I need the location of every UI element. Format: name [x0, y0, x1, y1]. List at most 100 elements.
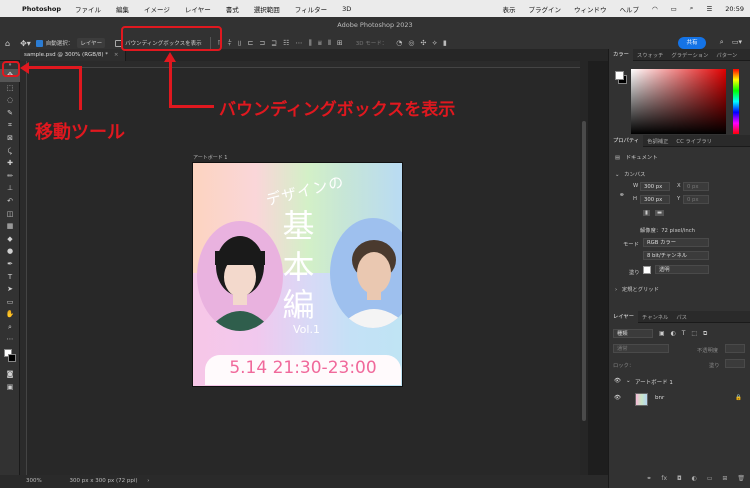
canvas-section-heading[interactable]: ⌄ カンバス [615, 170, 645, 178]
layer-kind-filter[interactable]: 種類 [613, 329, 653, 338]
filter-type-icon[interactable]: T [682, 330, 686, 337]
menu-select[interactable]: 選択範囲 [254, 4, 280, 14]
roll-3d-icon[interactable]: ◎ [408, 39, 414, 47]
pan-3d-icon[interactable]: ✣ [420, 39, 426, 47]
artboard[interactable]: デザインの 基 本 編 Vol.1 5.14 21:30-23:00 [192, 162, 403, 387]
align-bottom-icon[interactable]: ⫫ [238, 39, 242, 48]
link-dimensions-icon[interactable]: ⚭ [619, 191, 625, 199]
fill-color-swatch[interactable] [643, 266, 651, 274]
crop-tool-icon[interactable]: ⌗ [0, 119, 20, 132]
layer-row-bnr[interactable]: 👁 bnr 🔒 [609, 389, 750, 411]
tab-paths[interactable]: パス [672, 313, 691, 321]
hand-tool-icon[interactable]: ✋ [0, 308, 20, 321]
zoom-tool-icon[interactable]: ⌕ [0, 321, 20, 334]
fill-opacity-field[interactable] [725, 359, 745, 368]
menu-edit[interactable]: 編集 [116, 4, 129, 14]
battery-icon[interactable]: ▭ [671, 5, 677, 13]
search-icon[interactable]: ⌕ [690, 4, 694, 13]
slide-3d-icon[interactable]: ⟡ [432, 39, 437, 48]
quick-select-tool-icon[interactable]: ✎ [0, 107, 20, 120]
scale-3d-icon[interactable]: ▮ [443, 39, 447, 47]
blur-tool-icon[interactable]: ◆ [0, 233, 20, 246]
eyedropper-tool-icon[interactable]: ⤹ [0, 145, 20, 158]
color-mode-dropdown[interactable]: RGB カラー [643, 238, 709, 247]
tab-channels[interactable]: チャンネル [638, 313, 672, 321]
menu-filter[interactable]: フィルター [295, 4, 327, 14]
align-right-icon[interactable]: ⊒ [271, 39, 277, 47]
new-layer-icon[interactable]: ⊞ [722, 475, 727, 482]
menu-image[interactable]: イメージ [144, 4, 170, 14]
tab-patterns[interactable]: パターン [712, 51, 741, 59]
portrait-orientation-icon[interactable]: ▮ [643, 210, 650, 216]
pen-tool-icon[interactable]: ✒ [0, 258, 20, 271]
filter-pixel-icon[interactable]: ▣ [659, 330, 665, 337]
share-button[interactable]: 共有 [678, 37, 706, 49]
align-left-icon[interactable]: ⊏ [248, 39, 254, 47]
tab-adjustments[interactable]: 色調補正 [643, 137, 672, 145]
artboard-tool-icon[interactable]: ⬚ [0, 82, 20, 95]
bit-depth-dropdown[interactable]: 8 bit/チャンネル [643, 251, 709, 260]
chevron-down-icon[interactable]: ⌄ [626, 378, 631, 384]
status-expand-icon[interactable]: › [147, 478, 149, 484]
close-icon[interactable]: × [114, 52, 119, 58]
more-align-icon[interactable]: ⋯ [295, 39, 302, 47]
filter-adjustment-icon[interactable]: ◐ [671, 330, 676, 337]
distribute-icon[interactable]: ☷ [283, 39, 289, 47]
control-center-icon[interactable]: ☰ [706, 5, 712, 13]
blend-mode-dropdown[interactable]: 通常 [613, 344, 669, 353]
move-tool-preset-icon[interactable]: ✥▾ [20, 39, 31, 48]
tab-color[interactable]: カラー [609, 48, 633, 61]
wifi-icon[interactable]: ◠ [652, 5, 658, 13]
more-tools-icon[interactable]: ⋯ [0, 333, 20, 346]
vertical-scrollbar[interactable] [580, 61, 588, 475]
document-info[interactable]: 300 px x 300 px (72 ppi) [69, 478, 137, 484]
menu-plugins[interactable]: プラグイン [528, 4, 561, 14]
y-field[interactable]: 0 px [683, 195, 709, 204]
menu-window[interactable]: ウィンドウ [574, 4, 607, 14]
foreground-color-swatch[interactable] [615, 71, 624, 80]
color-swatches-icon[interactable] [0, 346, 20, 368]
filter-shape-icon[interactable]: ⬚ [691, 330, 697, 337]
distribute-v-icon[interactable]: ⩸ [318, 39, 322, 48]
dodge-tool-icon[interactable]: ● [0, 245, 20, 258]
fx-icon[interactable]: fx [661, 475, 667, 482]
align-more-icon[interactable]: ⊞ [337, 39, 343, 47]
chevron-right-icon[interactable]: › [615, 287, 617, 293]
auto-select-checkbox[interactable] [35, 39, 43, 47]
eraser-tool-icon[interactable]: ◫ [0, 208, 20, 221]
quick-mask-icon[interactable]: ◙ [0, 368, 20, 381]
menu-layer[interactable]: レイヤー [185, 4, 211, 14]
chevron-down-icon[interactable]: ⌄ [615, 172, 619, 178]
tab-properties[interactable]: プロパティ [609, 134, 644, 147]
type-tool-icon[interactable]: T [0, 271, 20, 284]
history-brush-tool-icon[interactable]: ↶ [0, 195, 20, 208]
healing-brush-tool-icon[interactable]: ✚ [0, 157, 20, 170]
artboard-label[interactable]: アートボード 1 [193, 154, 227, 161]
home-icon[interactable]: ⌂ [5, 39, 10, 48]
tab-swatches[interactable]: スウォッチ [633, 51, 668, 59]
distribute-h-icon[interactable]: ⫼ [308, 39, 311, 48]
landscape-orientation-icon[interactable]: ▬ [655, 210, 665, 216]
adjustment-layer-icon[interactable]: ◐ [692, 475, 697, 482]
distribute-spacing-icon[interactable]: ⫴ [328, 39, 331, 48]
height-field[interactable]: 300 px [640, 195, 670, 204]
menu-help[interactable]: ヘルプ [619, 4, 639, 14]
rectangle-tool-icon[interactable]: ▭ [0, 296, 20, 309]
menu-file[interactable]: ファイル [75, 4, 101, 14]
hue-slider[interactable] [733, 69, 739, 134]
workspace-icon[interactable]: ▭▾ [732, 38, 742, 46]
tab-cc-libraries[interactable]: CC ライブラリ [672, 137, 716, 145]
lasso-tool-icon[interactable]: ◌ [0, 94, 20, 107]
x-field[interactable]: 0 px [683, 182, 709, 191]
fill-dropdown[interactable]: 透明 [655, 265, 709, 274]
stamp-tool-icon[interactable]: ⊥ [0, 182, 20, 195]
screen-mode-icon[interactable]: ▣ [0, 381, 20, 394]
menu-3d[interactable]: 3D [342, 5, 351, 13]
visibility-eye-icon[interactable]: 👁 [614, 378, 621, 384]
tab-gradients[interactable]: グラデーション [667, 51, 712, 59]
color-field[interactable] [631, 69, 726, 134]
gradient-tool-icon[interactable]: ▦ [0, 220, 20, 233]
scrollbar-thumb[interactable] [582, 121, 586, 421]
filter-smart-icon[interactable]: ⧉ [703, 330, 707, 337]
path-select-tool-icon[interactable]: ➤ [0, 283, 20, 296]
